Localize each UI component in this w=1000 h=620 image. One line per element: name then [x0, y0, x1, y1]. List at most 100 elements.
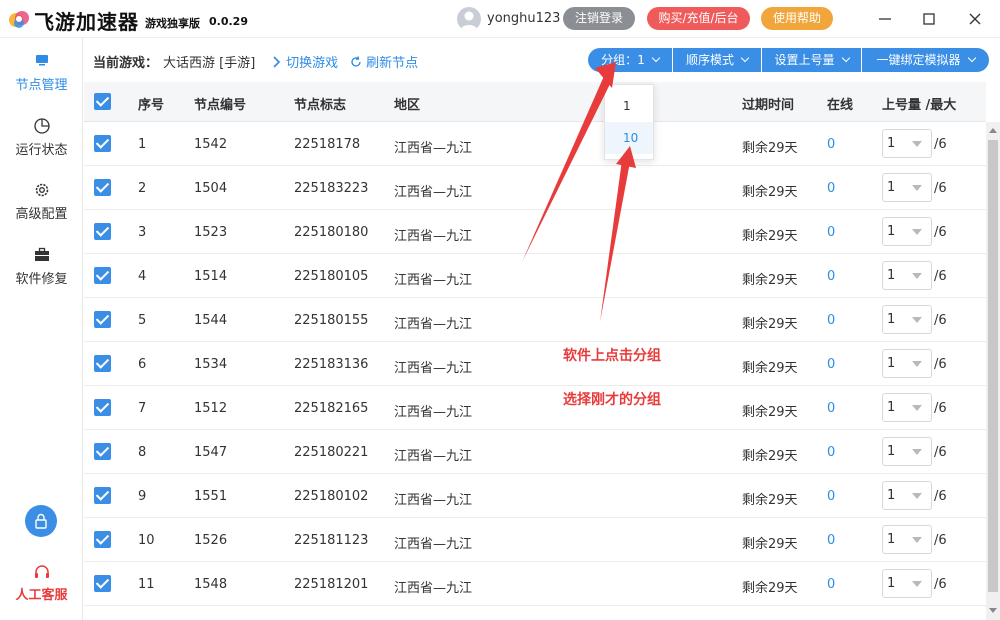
cell-online: 0	[827, 225, 836, 240]
cell-expire: 剩余29天	[742, 317, 798, 332]
setup-count-label: 设置上号量	[774, 53, 835, 67]
help-button[interactable]: 使用帮助	[761, 7, 833, 30]
minimize-button[interactable]	[874, 8, 896, 30]
login-count-select[interactable]: 1	[882, 261, 932, 290]
login-count-select[interactable]: 1	[882, 437, 932, 466]
login-count-value: 1	[887, 180, 896, 195]
lock-button[interactable]	[25, 505, 57, 537]
row-checkbox[interactable]	[94, 399, 111, 416]
bind-emulator-button[interactable]: 一键绑定模拟器	[862, 48, 989, 72]
refresh-node-link[interactable]: 刷新节点	[350, 52, 418, 71]
group-option-10[interactable]: 10	[605, 122, 653, 154]
cell-node-tag: 22518178	[294, 137, 361, 152]
refresh-node-label: 刷新节点	[366, 56, 419, 71]
cell-region: 江西省—九江	[394, 493, 473, 508]
header-expire: 过期时间	[742, 98, 795, 113]
table-row[interactable]: 8 1547 225180221 江西省—九江 剩余29天 0 1/6	[84, 430, 986, 474]
login-count-select[interactable]: 1	[882, 217, 932, 246]
table-row[interactable]: 5 1544 225180155 江西省—九江 剩余29天 0 1/6	[84, 298, 986, 342]
row-checkbox[interactable]	[94, 487, 111, 504]
row-checkbox[interactable]	[94, 223, 111, 240]
login-count-value: 1	[887, 268, 896, 283]
cell-max: /6	[934, 401, 947, 416]
cell-expire: 剩余29天	[742, 229, 798, 244]
headset-icon	[34, 565, 49, 578]
group-dropdown-button[interactable]: 分组：1	[588, 48, 672, 72]
group-option-1[interactable]: 1	[605, 90, 653, 122]
title-bar: 飞游加速器 游戏独享版 0.0.29 yonghu123 注销登录 购买/充值/…	[0, 0, 1000, 38]
chevron-down-icon	[967, 53, 976, 63]
sidebar-item-node-management[interactable]: 节点管理	[0, 52, 83, 93]
cell-index: 6	[138, 357, 147, 372]
cell-online: 0	[827, 269, 836, 284]
maximize-button[interactable]	[918, 8, 940, 30]
cell-expire: 剩余29天	[742, 493, 798, 508]
sidebar-item-software-repair[interactable]: 软件修复	[0, 246, 83, 287]
cell-expire: 剩余29天	[742, 581, 798, 596]
header-node-tag: 节点标志	[294, 98, 347, 113]
setup-count-button[interactable]: 设置上号量	[762, 48, 861, 72]
group-value: 1	[637, 53, 645, 67]
login-count-value: 1	[887, 532, 896, 547]
table-row[interactable]: 7 1512 225182165 江西省—九江 剩余29天 0 1/6	[84, 386, 986, 430]
cell-online: 0	[827, 577, 836, 592]
login-count-select[interactable]: 1	[882, 525, 932, 554]
login-count-select[interactable]: 1	[882, 173, 932, 202]
scroll-thumb[interactable]	[988, 140, 998, 592]
scroll-up-icon[interactable]	[989, 128, 997, 133]
cell-node-tag: 225183223	[294, 181, 369, 196]
table-row[interactable]: 10 1526 225181123 江西省—九江 剩余29天 0 1/6	[84, 518, 986, 562]
table-row[interactable]: 6 1534 225183136 江西省—九江 剩余29天 0 1/6	[84, 342, 986, 386]
login-count-select[interactable]: 1	[882, 393, 932, 422]
table-row[interactable]: 4 1514 225180105 江西省—九江 剩余29天 0 1/6	[84, 254, 986, 298]
table-row[interactable]: 2 1504 225183223 江西省—九江 剩余29天 0 1/6	[84, 166, 986, 210]
cell-region: 江西省—九江	[394, 229, 473, 244]
cell-region: 江西省—九江	[394, 317, 473, 332]
login-count-select[interactable]: 1	[882, 481, 932, 510]
monitor-icon	[35, 55, 48, 66]
sidebar-item-run-status[interactable]: 运行状态	[0, 117, 83, 158]
row-checkbox[interactable]	[94, 575, 111, 592]
row-checkbox[interactable]	[94, 355, 111, 372]
user-icon	[460, 11, 478, 31]
buy-recharge-button[interactable]: 购买/充值/后台	[647, 7, 750, 30]
login-count-select[interactable]: 1	[882, 569, 932, 598]
cell-region: 江西省—九江	[394, 185, 473, 200]
customer-service-button[interactable]: 人工客服	[0, 563, 83, 603]
sidebar-item-advanced-config[interactable]: 高级配置	[0, 181, 83, 222]
row-checkbox[interactable]	[94, 179, 111, 196]
login-count-select[interactable]: 1	[882, 305, 932, 334]
cell-index: 3	[138, 225, 147, 240]
login-count-value: 1	[887, 312, 896, 327]
cell-index: 11	[138, 577, 155, 592]
table-row[interactable]: 11 1548 225181201 江西省—九江 剩余29天 0 1/6	[84, 562, 986, 606]
scroll-down-icon[interactable]	[989, 608, 997, 613]
cell-region: 江西省—九江	[394, 405, 473, 420]
table-scrollbar[interactable]	[986, 122, 1000, 620]
avatar[interactable]	[457, 7, 481, 31]
order-mode-button[interactable]: 顺序模式	[673, 48, 761, 72]
cell-expire: 剩余29天	[742, 141, 798, 156]
cell-index: 10	[138, 533, 155, 548]
cell-node-id: 1512	[194, 401, 228, 416]
login-count-select[interactable]: 1	[882, 129, 932, 158]
row-checkbox[interactable]	[94, 267, 111, 284]
cell-index: 8	[138, 445, 147, 460]
table-row[interactable]: 9 1551 225180102 江西省—九江 剩余29天 0 1/6	[84, 474, 986, 518]
row-checkbox[interactable]	[94, 311, 111, 328]
table-row[interactable]: 3 1523 225180180 江西省—九江 剩余29天 0 1/6	[84, 210, 986, 254]
row-checkbox[interactable]	[94, 531, 111, 548]
row-checkbox[interactable]	[94, 443, 111, 460]
row-checkbox[interactable]	[94, 135, 111, 152]
close-button[interactable]	[964, 8, 986, 30]
chevron-down-icon	[651, 53, 661, 63]
login-count-value: 1	[887, 576, 896, 591]
logout-button[interactable]: 注销登录	[563, 7, 635, 30]
cell-expire: 剩余29天	[742, 185, 798, 200]
select-all-checkbox[interactable]	[94, 93, 111, 110]
switch-game-link[interactable]: 切换游戏	[272, 52, 338, 71]
login-count-select[interactable]: 1	[882, 349, 932, 378]
cell-expire: 剩余29天	[742, 361, 798, 376]
table-row[interactable]: 1 1542 22518178 江西省—九江 剩余29天 0 1/6	[84, 122, 986, 166]
cell-index: 9	[138, 489, 147, 504]
